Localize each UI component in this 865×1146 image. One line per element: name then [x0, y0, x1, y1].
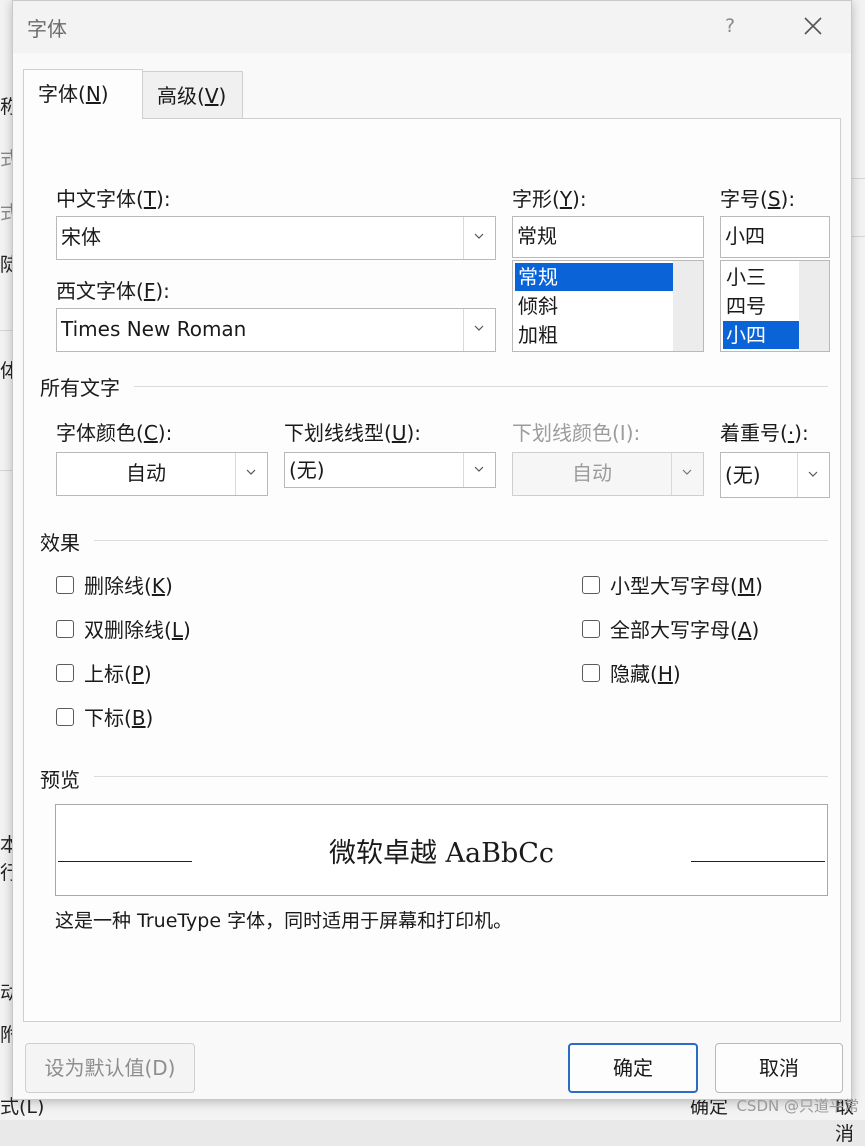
checkbox-label: 隐藏(H): [610, 662, 681, 686]
cancel-button[interactable]: 取消: [715, 1043, 843, 1093]
western-font-label: 西文字体(F):: [56, 279, 170, 303]
list-item[interactable]: 四号: [723, 292, 799, 320]
ok-button[interactable]: 确定: [568, 1043, 698, 1093]
emphasis-mark-value: (无): [725, 463, 761, 487]
tab-advanced[interactable]: 高级(V): [143, 71, 243, 119]
watermark: CSDN @只道平常: [736, 1097, 859, 1115]
emphasis-mark-combobox[interactable]: (无): [720, 452, 830, 498]
font-color-label: 字体颜色(C):: [56, 421, 173, 445]
list-item[interactable]: 小三: [723, 263, 799, 291]
preview-box: 微软卓越 AaBbCc: [55, 804, 828, 896]
tab-font[interactable]: 字体(N): [23, 69, 143, 119]
checkbox-label: 全部大写字母(A): [610, 618, 760, 642]
tab-accesskey: V: [204, 84, 219, 108]
tab-label: 高级(: [157, 84, 205, 108]
checkbox-label: 双删除线(L): [84, 618, 191, 642]
title-bar: 字体 ?: [13, 1, 851, 53]
checkbox-label: 删除线(K): [84, 574, 173, 598]
section-divider: [94, 540, 828, 541]
help-icon[interactable]: ?: [725, 15, 735, 37]
font-dialog: 字体 ? 字体(N) 高级(V) 中文字体(T): 宋体 西文字体(F): Ti…: [12, 0, 852, 1100]
underline-style-value: (无): [289, 458, 325, 482]
font-size-value: 小四: [725, 224, 765, 248]
tab-label-suffix: ): [100, 82, 109, 106]
chinese-font-combobox[interactable]: 宋体: [56, 216, 496, 260]
chevron-down-icon: [671, 453, 703, 495]
font-color-value: 自动: [126, 461, 166, 485]
close-icon[interactable]: [801, 13, 825, 39]
underline-color-label: 下划线颜色(I):: [512, 421, 641, 445]
underline-style-combobox[interactable]: (无): [284, 452, 496, 488]
list-item[interactable]: 小四: [723, 321, 799, 349]
font-style-value: 常规: [517, 224, 557, 248]
font-style-input[interactable]: 常规: [512, 216, 704, 258]
font-color-combobox[interactable]: 自动: [56, 452, 268, 496]
chinese-font-label: 中文字体(T):: [56, 187, 171, 211]
scrollbar[interactable]: [673, 261, 703, 351]
chevron-down-icon[interactable]: [463, 453, 495, 487]
set-default-button[interactable]: 设为默认值(D): [25, 1043, 195, 1093]
all-text-section-title: 所有文字: [40, 376, 120, 400]
western-font-combobox[interactable]: Times New Roman: [56, 308, 496, 352]
underline-style-label: 下划线线型(U):: [284, 421, 421, 445]
font-style-label: 字形(Y):: [512, 187, 587, 211]
preview-baseline-right: [691, 861, 825, 862]
chevron-down-icon[interactable]: [463, 309, 495, 351]
chevron-down-icon[interactable]: [463, 217, 495, 259]
effects-section-title: 效果: [40, 531, 80, 555]
checkbox-box[interactable]: [582, 620, 600, 638]
list-item[interactable]: 加粗: [515, 321, 673, 349]
checkbox-box[interactable]: [56, 708, 74, 726]
bg-divider: [852, 236, 865, 237]
checkbox-box[interactable]: [582, 664, 600, 682]
checkbox-box[interactable]: [56, 620, 74, 638]
font-size-input[interactable]: 小四: [720, 216, 830, 258]
bg-divider: [0, 330, 12, 331]
emphasis-mark-label: 着重号(·):: [720, 421, 809, 445]
list-item[interactable]: 常规: [515, 263, 673, 291]
chevron-down-icon[interactable]: [235, 453, 267, 495]
underline-color-combobox: 自动: [512, 452, 704, 496]
bg-divider: [852, 178, 865, 179]
list-item[interactable]: 倾斜: [515, 292, 673, 320]
font-size-listbox[interactable]: 小三 四号 小四: [720, 260, 830, 352]
section-divider: [94, 776, 828, 777]
scrollbar[interactable]: [799, 261, 829, 351]
font-style-listbox[interactable]: 常规 倾斜 加粗: [512, 260, 704, 352]
checkbox-label: 上标(P): [84, 662, 152, 686]
underline-color-value: 自动: [572, 461, 612, 485]
tab-accesskey: N: [85, 82, 101, 106]
checkbox-box[interactable]: [56, 576, 74, 594]
checkbox-label: 下标(B): [84, 706, 154, 730]
font-description: 这是一种 TrueType 字体，同时适用于屏幕和打印机。: [55, 910, 513, 932]
chevron-down-icon[interactable]: [797, 453, 829, 497]
checkbox-box[interactable]: [56, 664, 74, 682]
dialog-title: 字体: [27, 17, 67, 41]
preview-section-title: 预览: [40, 768, 80, 792]
western-font-value: Times New Roman: [61, 317, 247, 341]
section-divider: [134, 386, 828, 387]
checkbox-box[interactable]: [582, 576, 600, 594]
preview-sample-text: 微软卓越 AaBbCc: [328, 838, 555, 869]
tab-label: 字体(: [38, 82, 86, 106]
checkbox-label: 小型大写字母(M): [610, 574, 763, 598]
tab-label-suffix: ): [218, 84, 227, 108]
chinese-font-value: 宋体: [61, 225, 101, 249]
bg-divider: [0, 470, 12, 471]
font-size-label: 字号(S):: [720, 187, 796, 211]
